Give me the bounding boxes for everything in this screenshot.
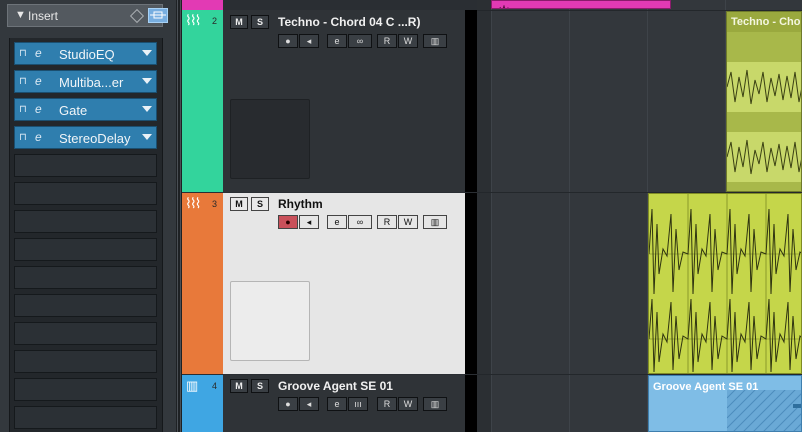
record-enable-button[interactable]: ● bbox=[278, 215, 298, 229]
record-enable-button[interactable]: ● bbox=[278, 34, 298, 48]
edit-channel-button[interactable]: e bbox=[327, 215, 347, 229]
collapse-arrow-icon[interactable]: ▼ bbox=[15, 9, 26, 21]
solo-button[interactable]: S bbox=[251, 197, 269, 211]
event-hatch bbox=[727, 390, 801, 431]
audio-track-icon: ⌇⌇⌇ bbox=[185, 195, 201, 211]
insert-slot-11[interactable] bbox=[14, 322, 157, 345]
track-row-groove-agent[interactable]: ▥ 4 M S Groove Agent SE 01 ● ◂ e ııı R W… bbox=[182, 375, 477, 432]
instrument-track-icon: ▥ bbox=[186, 378, 199, 393]
track-picture[interactable] bbox=[230, 281, 310, 361]
insert-slot-13[interactable] bbox=[14, 378, 157, 401]
slot-plugin-name: StereoDelay bbox=[59, 131, 131, 146]
midi-input-button[interactable]: ııı bbox=[348, 397, 368, 411]
audio-track-icon: ⌇⌇⌇ bbox=[185, 12, 201, 28]
audio-event-techno[interactable]: Techno - Chord bbox=[726, 11, 802, 192]
track-picture[interactable] bbox=[230, 99, 310, 179]
event-waveform bbox=[649, 194, 801, 373]
inspector-panel: ▼ Insert ⊓ e StudioEQ ⊓ e Multiba...er ⊓… bbox=[0, 0, 176, 432]
track-row-rhythm[interactable]: ⌇⌇⌇ 3 M S Rhythm ● ◂ e ∞ R W ▥ bbox=[182, 193, 477, 374]
insert-slot-list: ⊓ e StudioEQ ⊓ e Multiba...er ⊓ e Gate ⊓… bbox=[9, 38, 163, 432]
insert-slot-7[interactable] bbox=[14, 210, 157, 233]
insert-slot-14[interactable] bbox=[14, 406, 157, 429]
solo-button[interactable]: S bbox=[251, 15, 269, 29]
slot-plugin-name: Gate bbox=[59, 103, 88, 118]
write-automation-button[interactable]: W bbox=[398, 34, 418, 48]
insert-slot-8[interactable] bbox=[14, 238, 157, 261]
track-number: 3 bbox=[212, 199, 218, 209]
insert-slot-4[interactable]: ⊓ e StereoDelay bbox=[14, 126, 157, 149]
track-panel: M S Rhythm ● ◂ e ∞ R W ▥ bbox=[223, 193, 465, 374]
read-automation-button[interactable]: R bbox=[377, 34, 397, 48]
track-name[interactable]: Groove Agent SE 01 bbox=[278, 379, 393, 393]
slot-edit-icon[interactable]: e bbox=[35, 74, 42, 88]
midi-event-groove-agent[interactable]: Groove Agent SE 01 bbox=[648, 375, 802, 432]
slot-edit-icon[interactable]: e bbox=[35, 102, 42, 116]
settings-diamond-icon[interactable] bbox=[129, 8, 145, 24]
audio-event-rhythm[interactable] bbox=[648, 193, 802, 374]
audio-event-prev-track[interactable] bbox=[491, 0, 671, 9]
monitor-button[interactable]: ◂ bbox=[299, 397, 319, 411]
event-display[interactable]: Techno - Chord Groove Agent SE 01 bbox=[477, 0, 802, 432]
track-name[interactable]: Rhythm bbox=[278, 197, 323, 211]
write-automation-button[interactable]: W bbox=[398, 397, 418, 411]
track-number: 4 bbox=[212, 381, 218, 391]
record-enable-button[interactable]: ● bbox=[278, 397, 298, 411]
monitor-button[interactable]: ◂ bbox=[299, 34, 319, 48]
slot-bypass-icon[interactable]: ⊓ bbox=[19, 132, 27, 143]
insert-slot-2[interactable]: ⊓ e Multiba...er bbox=[14, 70, 157, 93]
slot-dropdown-icon[interactable] bbox=[142, 134, 152, 140]
track-panel: M S Groove Agent SE 01 ● ◂ e ııı R W ▥ bbox=[223, 375, 465, 432]
event-name: Techno - Chord bbox=[731, 16, 801, 28]
mute-button[interactable]: M bbox=[230, 15, 248, 29]
slot-dropdown-icon[interactable] bbox=[142, 106, 152, 112]
edit-channel-button[interactable]: e bbox=[327, 34, 347, 48]
slot-dropdown-icon[interactable] bbox=[142, 50, 152, 56]
insert-slot-9[interactable] bbox=[14, 266, 157, 289]
slot-plugin-name: Multiba...er bbox=[59, 75, 124, 90]
mute-button[interactable]: M bbox=[230, 379, 248, 393]
insert-section-header[interactable]: ▼ Insert bbox=[7, 4, 168, 27]
lanes-button[interactable]: ▥ bbox=[423, 397, 447, 411]
write-automation-button[interactable]: W bbox=[398, 215, 418, 229]
insert-slot-1[interactable]: ⊓ e StudioEQ bbox=[14, 42, 157, 65]
insert-slot-10[interactable] bbox=[14, 294, 157, 317]
slot-plugin-name: StudioEQ bbox=[59, 47, 115, 62]
track-color-strip[interactable] bbox=[182, 193, 223, 374]
slot-edit-icon[interactable]: e bbox=[35, 46, 42, 60]
solo-button[interactable]: S bbox=[251, 379, 269, 393]
bypass-icon bbox=[150, 11, 166, 19]
track-name[interactable]: Techno - Chord 04 C ...R) bbox=[278, 15, 420, 29]
event-waveform bbox=[499, 4, 509, 8]
insert-slot-6[interactable] bbox=[14, 182, 157, 205]
bypass-inserts-button[interactable] bbox=[148, 8, 168, 23]
track-panel: M S Techno - Chord 04 C ...R) ● ◂ e ∞ R … bbox=[223, 10, 465, 192]
track-color-strip-prev bbox=[182, 0, 223, 10]
edit-instrument-button[interactable]: e bbox=[327, 397, 347, 411]
lanes-button[interactable]: ▥ bbox=[423, 215, 447, 229]
insert-section-title: Insert bbox=[28, 9, 59, 23]
insert-slot-5[interactable] bbox=[14, 154, 157, 177]
read-automation-button[interactable]: R bbox=[377, 397, 397, 411]
track-row-techno[interactable]: ⌇⌇⌇ 2 M S Techno - Chord 04 C ...R) ● ◂ … bbox=[182, 0, 477, 192]
slot-edit-icon[interactable]: e bbox=[35, 130, 42, 144]
track-number: 2 bbox=[212, 16, 218, 26]
link-button[interactable]: ∞ bbox=[348, 215, 372, 229]
event-waveform bbox=[727, 62, 801, 182]
read-automation-button[interactable]: R bbox=[377, 215, 397, 229]
track-color-strip[interactable] bbox=[182, 10, 223, 192]
slot-bypass-icon[interactable]: ⊓ bbox=[19, 48, 27, 59]
monitor-button[interactable]: ◂ bbox=[299, 215, 319, 229]
insert-slot-12[interactable] bbox=[14, 350, 157, 373]
insert-slot-3[interactable]: ⊓ e Gate bbox=[14, 98, 157, 121]
slot-bypass-icon[interactable]: ⊓ bbox=[19, 104, 27, 115]
lanes-button[interactable]: ▥ bbox=[423, 34, 447, 48]
slot-bypass-icon[interactable]: ⊓ bbox=[19, 76, 27, 87]
link-button[interactable]: ∞ bbox=[348, 34, 372, 48]
mute-button[interactable]: M bbox=[230, 197, 248, 211]
slot-dropdown-icon[interactable] bbox=[142, 78, 152, 84]
